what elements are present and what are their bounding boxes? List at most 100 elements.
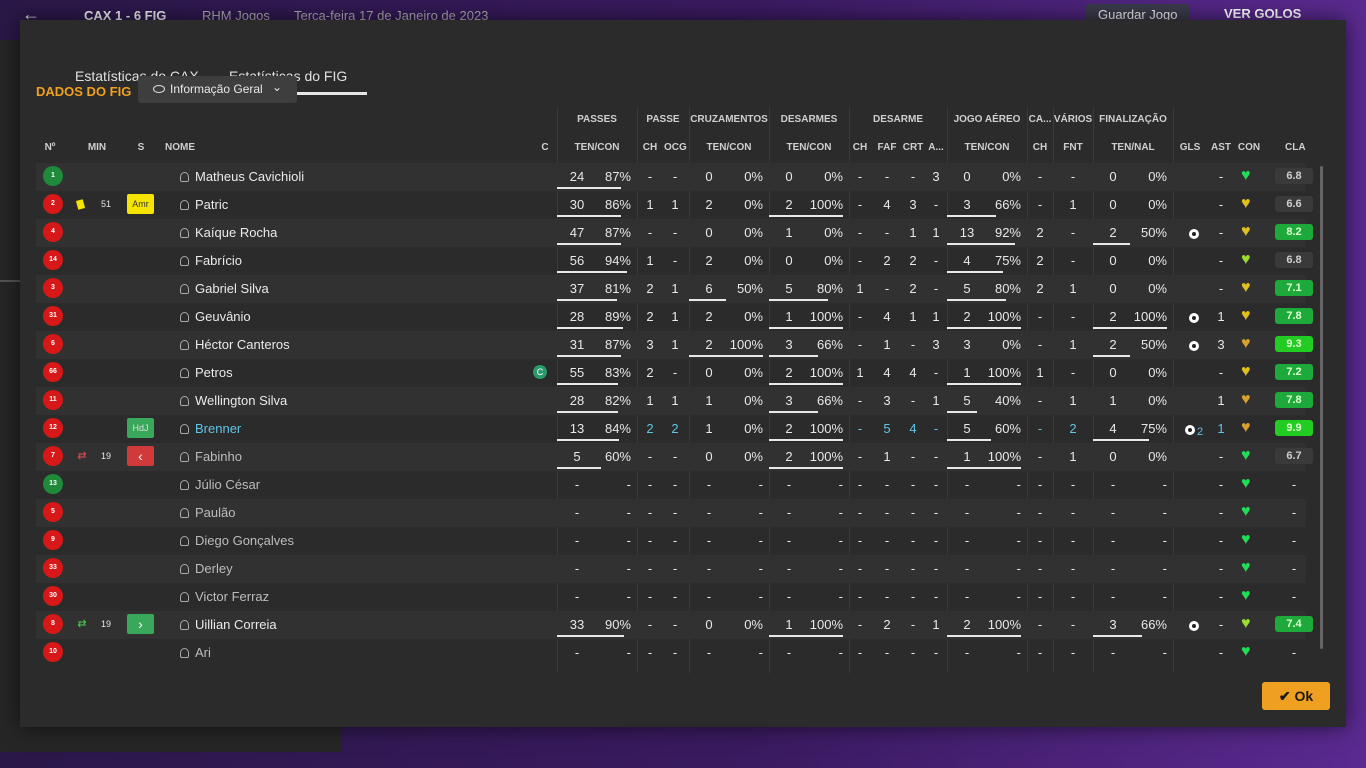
table-row[interactable]: 11 Wellington Silva 28 82% 1 1 1 0% 3 66% -3-1 5 40%… [36, 387, 1313, 415]
table-row[interactable]: 2 51 Amr Patric 30 86% 1 1 2 0% 2 100% -4 3-3 66% -1 0 0%… [36, 191, 1313, 219]
shirt-icon: 13 [43, 474, 63, 494]
table-row[interactable]: 8 ⇄ 19 › Uillian Correia 33 90% - -0 0% 1 100% -2-1 2… [36, 611, 1313, 639]
table-row[interactable]: 14 Fabrício 56 94% 1-2 0% 0 0% -2 2-4 75% 2-0 0% -6.8… [36, 247, 1313, 275]
assists: - [1218, 365, 1224, 380]
table-row[interactable]: 5 Paulão - - - - - - - - - - - - - - - - - - - - ♥ [36, 499, 1306, 527]
info-dropdown[interactable]: Informação Geral ⌄ [138, 76, 297, 103]
minute: 51 [100, 199, 111, 209]
player-name[interactable]: Petros [180, 365, 233, 380]
shirt-icon: 14 [43, 250, 63, 270]
column-header-des_tc[interactable]: TEN/CON [769, 142, 849, 153]
table-row[interactable]: 7 ⇄ 19 ‹ Fabinho 5 60% - -0 0% 2 100% -1- -1 100% -1 0 0%… [36, 443, 1313, 471]
table-row[interactable]: 31 Geuvânio 28 89% 2 1 2 0% 1 100% -4 1 1 2 100% - -2 100… [36, 303, 1313, 331]
column-header-no[interactable]: Nº [40, 142, 60, 153]
tackle-a: 1 [932, 617, 940, 632]
shots-percent: 75% [1140, 421, 1167, 436]
table-row[interactable]: 33 Derley - - - - - - - - - - - - - - - - - - - - ♥ [36, 555, 1306, 583]
group-header-desarmes: DESARMES [780, 114, 838, 125]
passes-bar [557, 327, 623, 329]
column-header-cach[interactable]: CH [1031, 142, 1049, 153]
empty-value: - [1037, 561, 1043, 576]
aerial-attempts: 5 [963, 421, 971, 436]
empty-value: - [1070, 589, 1076, 604]
column-header-gls[interactable]: GLS [1179, 142, 1201, 153]
column-header-c[interactable]: C [540, 142, 550, 153]
column-header-min[interactable]: MIN [86, 142, 108, 153]
passes-percent: 90% [604, 617, 631, 632]
player-name-text: Fabrício [195, 253, 242, 268]
tackle-a: - [933, 253, 939, 268]
player-name[interactable]: Diego Gonçalves [180, 533, 294, 548]
player-name[interactable]: Gabriel Silva [180, 281, 269, 296]
column-header-nome[interactable]: NOME [160, 142, 200, 153]
tackle-crt: 1 [909, 225, 917, 240]
player-name[interactable]: Matheus Cavichioli [180, 169, 304, 184]
player-name[interactable]: Geuvânio [180, 309, 251, 324]
table-row[interactable]: 4 Kaíque Rocha 47 87% - -0 0% 1 0% - -1 1 13 92% 2-2 50… [36, 219, 1313, 247]
player-name[interactable]: Héctor Canteros [180, 337, 290, 352]
pass-ch: 1 [646, 253, 654, 268]
aerial-percent: 100% [987, 309, 1021, 324]
shots-percent: 50% [1140, 337, 1167, 352]
table-row[interactable]: 1 Matheus Cavichioli 24 87% - -0 0% 0 0% - - -3 0 0% -… [36, 163, 1313, 191]
table-row[interactable]: 3 Gabriel Silva 37 81% 2 1 6 50% 5 80% 1 - 2 - 5 80% 2 1 0… [36, 275, 1313, 303]
column-header-fin_tn[interactable]: TEN/NAL [1093, 142, 1173, 153]
condition-heart-icon: ♥ [1241, 587, 1251, 604]
empty-value: - [1218, 477, 1224, 492]
person-icon [180, 312, 189, 322]
person-icon [180, 172, 189, 182]
player-name[interactable]: Victor Ferraz [180, 589, 269, 604]
column-header-faf[interactable]: FAF [876, 142, 898, 153]
player-name[interactable]: Fabinho [180, 449, 242, 464]
table-row[interactable]: 10 Ari - - - - - - - - - - - - - - - - - - - - ♥ [36, 639, 1306, 667]
table-row[interactable]: 6 Héctor Canteros 31 87% 3 1 2 100% 3 66% -1-3 3 0% -… [36, 331, 1313, 359]
table-row[interactable]: 12 HdJ Brenner 13 84% 2 2 1 0% 2 100% -5 4-5 60% -2 4 75… [36, 415, 1313, 443]
column-header-ocg[interactable]: OCG [664, 142, 687, 153]
column-header-aer_tc[interactable]: TEN/CON [947, 142, 1027, 153]
column-header-cruz_tc[interactable]: TEN/CON [689, 142, 769, 153]
tackle-faf: 3 [883, 393, 891, 408]
player-name[interactable]: Paulão [180, 505, 235, 520]
column-header-a[interactable]: A... [926, 142, 946, 153]
column-header-fnt[interactable]: FNT [1060, 142, 1086, 153]
column-header-ch[interactable]: CH [642, 142, 658, 153]
player-name[interactable]: Uillian Correia [180, 617, 277, 632]
aerial-bar [947, 299, 1006, 301]
column-header-ast[interactable]: AST [1211, 142, 1231, 153]
pass-ocg: 1 [671, 393, 679, 408]
player-name[interactable]: Wellington Silva [180, 393, 287, 408]
aerial-bar [947, 439, 991, 441]
table-row[interactable]: 9 Diego Gonçalves - - - - - - - - - - - - - - - - - - - - ♥ [36, 527, 1306, 555]
player-name[interactable]: Fabrício [180, 253, 242, 268]
player-name[interactable]: Ari [180, 645, 211, 660]
player-name[interactable]: Patric [180, 197, 228, 212]
empty-value: - [1016, 477, 1021, 492]
column-header-dch[interactable]: CH [852, 142, 868, 153]
table-row[interactable]: 30 Victor Ferraz - - - - - - - - - - - - - - - - - - - - ♥ [36, 583, 1306, 611]
view-goals-button[interactable]: VER GOLOS [1224, 6, 1301, 21]
column-header-passes_tc[interactable]: TEN/CON [557, 142, 637, 153]
empty-value: - [933, 533, 939, 548]
goal-icon [1183, 619, 1205, 634]
player-name[interactable]: Derley [180, 561, 233, 576]
group-header-ca: CA... [1028, 114, 1052, 125]
empty-value: - [1218, 505, 1224, 520]
tackle-faf: 2 [883, 253, 891, 268]
column-header-con[interactable]: CON [1237, 142, 1261, 153]
table-row[interactable]: 13 Júlio César - - - - - - - - - - - - - - - - - - - - ♥ [36, 471, 1306, 499]
tackle-a: - [933, 281, 939, 296]
ok-button[interactable]: ✔ Ok [1262, 682, 1330, 710]
player-name[interactable]: Júlio César [180, 477, 260, 492]
empty-value: - [1070, 561, 1076, 576]
player-name[interactable]: Brenner [180, 421, 241, 436]
player-name[interactable]: Kaíque Rocha [180, 225, 277, 240]
column-header-crt[interactable]: CRT [902, 142, 924, 153]
empty-value: - [786, 561, 792, 576]
scrollbar[interactable] [1320, 166, 1323, 649]
table-row[interactable]: 66 Petros C 55 83% 2 - 0 0% 2 100% 1 4 4 - 1 100% 1 - 0 0% - 7… [36, 359, 1313, 387]
misc-fnt: - [1070, 309, 1076, 324]
column-header-cla[interactable]: CLA [1285, 142, 1306, 153]
column-header-s[interactable]: S [136, 142, 146, 153]
tackle-crt: - [910, 169, 916, 184]
empty-value: - [857, 533, 863, 548]
